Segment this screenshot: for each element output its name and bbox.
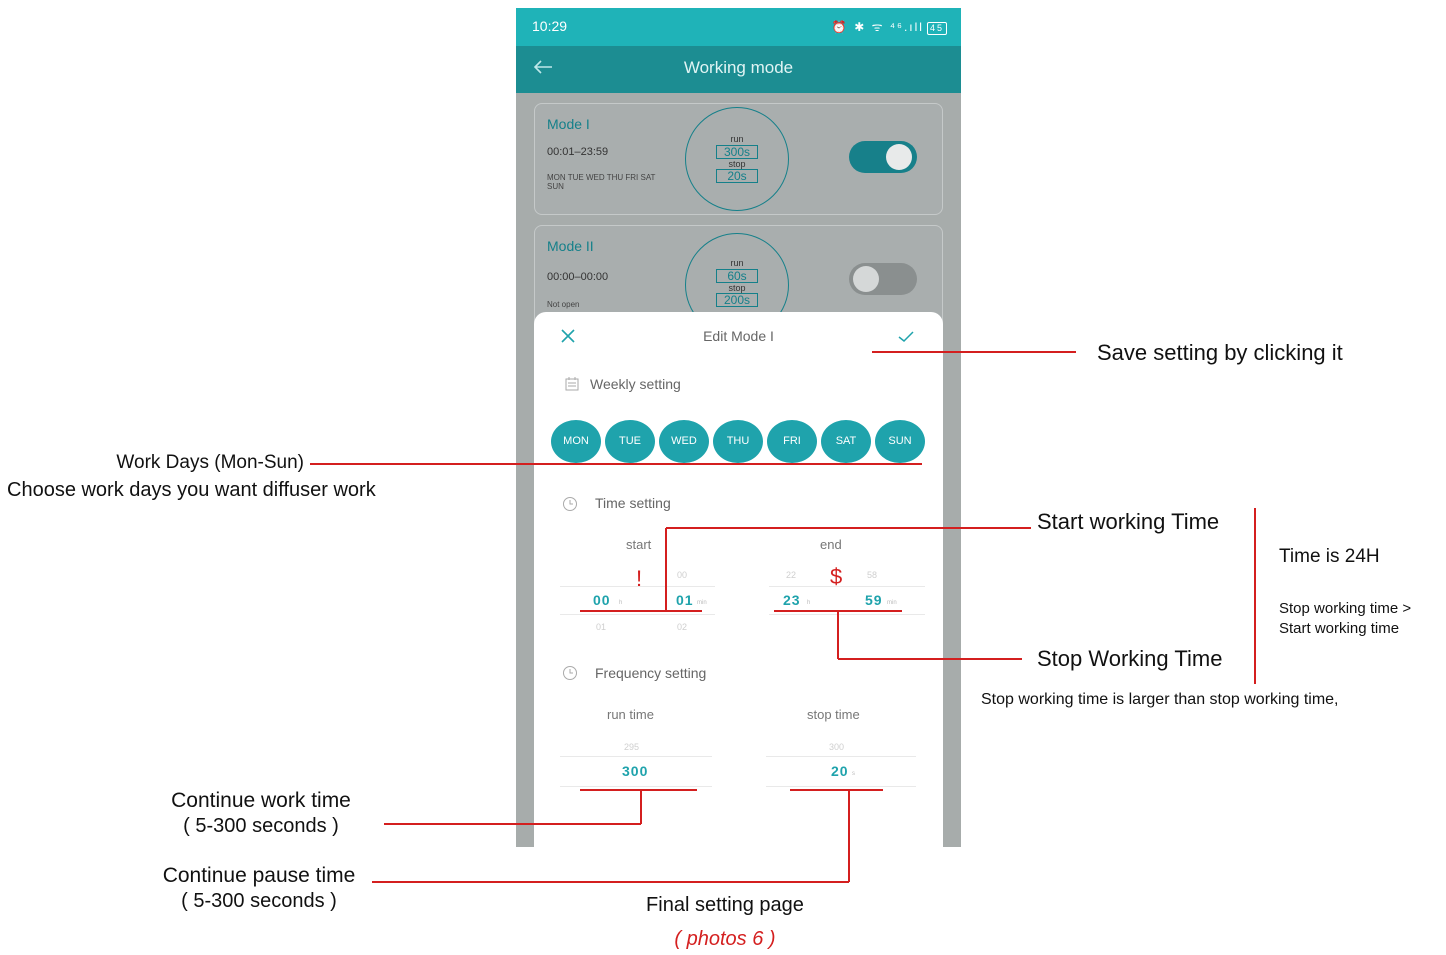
final-page-caption: Final setting page <box>646 894 804 916</box>
stop-gt-start-line-1: Stop working time > <box>1279 600 1412 617</box>
stop-gt-start-line-2: Start working time <box>1279 620 1400 637</box>
exclaim-mark: ! <box>636 566 643 591</box>
time-24h-annotation: Time is 24H <box>1279 546 1380 567</box>
stop-time-annotation: Stop Working Time <box>1037 646 1223 671</box>
save-annotation: Save setting by clicking it <box>1097 340 1343 365</box>
photos-caption: ( photos 6 ) <box>674 928 776 950</box>
work-days-desc: Choose work days you want diffuser work <box>7 479 376 501</box>
continue-pause-title: Continue pause time <box>162 864 356 887</box>
stop-larger-annotation: Stop working time is larger than stop wo… <box>981 691 1339 708</box>
work-days-title: Work Days (Mon-Sun) <box>116 452 304 473</box>
start-time-annotation: Start working Time <box>1037 509 1220 534</box>
dollar-mark: $ <box>830 564 843 589</box>
continue-work-title: Continue work time <box>171 789 351 812</box>
continue-pause-range: ( 5-300 seconds ) <box>181 890 337 912</box>
continue-work-range: ( 5-300 seconds ) <box>183 815 339 837</box>
